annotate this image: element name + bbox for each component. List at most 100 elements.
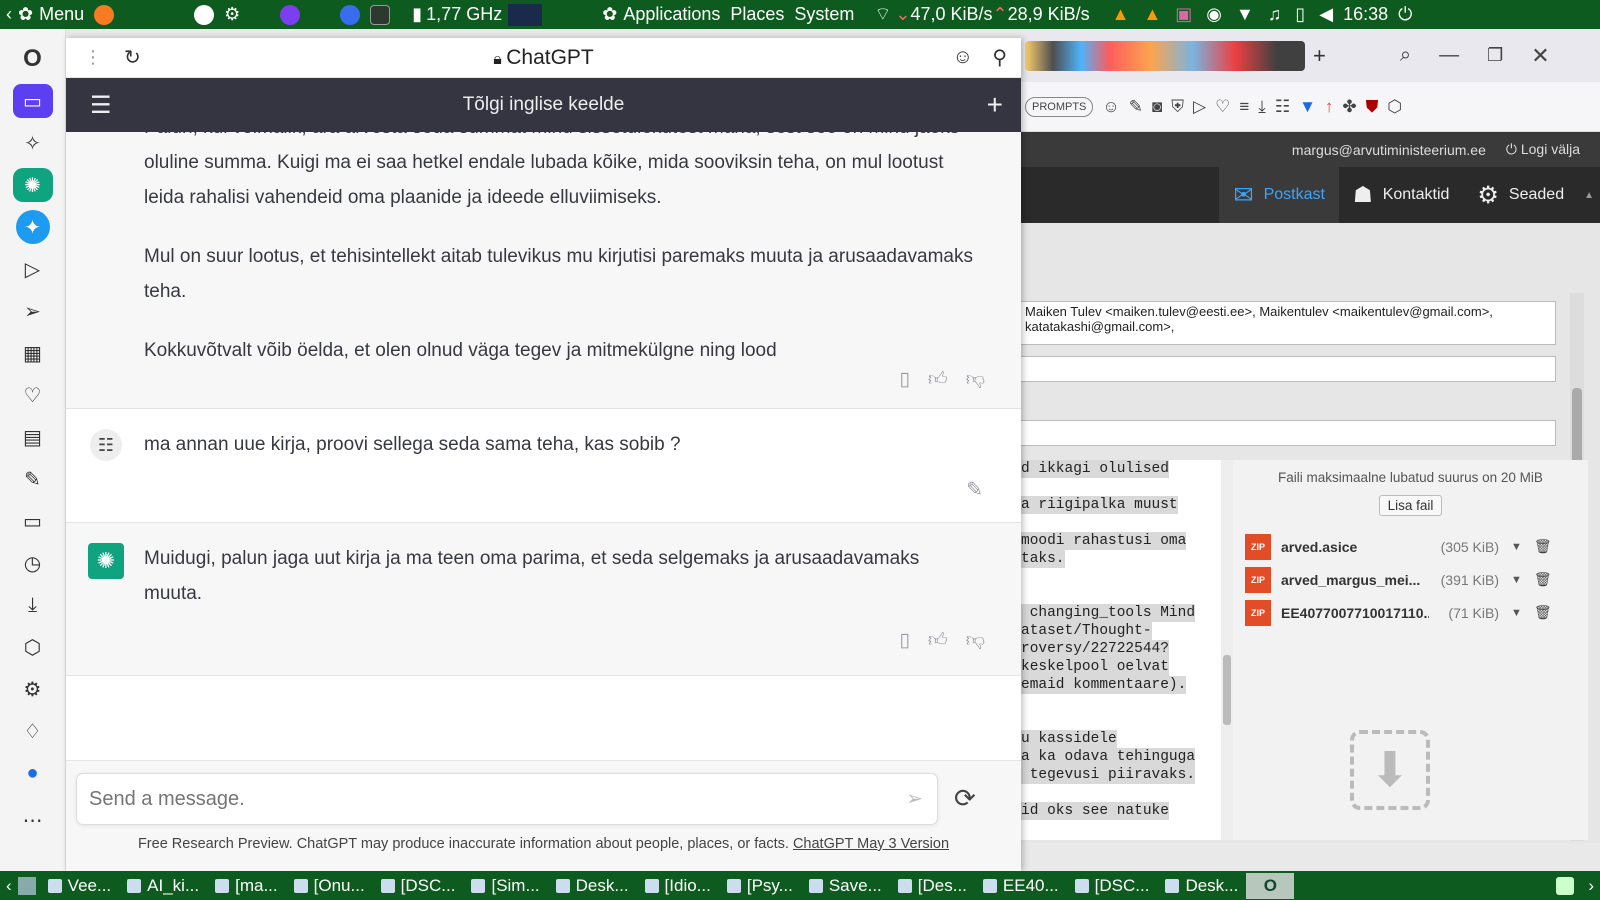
- chatgpt-sidebar-icon[interactable]: ✺: [12, 168, 53, 202]
- new-tab-icon[interactable]: +: [1313, 43, 1326, 69]
- downloads-icon[interactable]: ⤓: [13, 588, 53, 622]
- message-input-box[interactable]: ➢: [76, 773, 938, 825]
- menu-button[interactable]: ‹ ✿ Menu: [6, 4, 84, 25]
- version-link[interactable]: ChatGPT May 3 Version: [793, 836, 949, 852]
- wifi-tray-icon[interactable]: ▼: [1236, 4, 1254, 25]
- taskbar-task[interactable]: Desk...: [1157, 876, 1246, 896]
- extension-v-icon[interactable]: ▼: [1299, 97, 1316, 117]
- send-arrow-icon[interactable]: ▷: [1193, 97, 1206, 117]
- taskbar-scroll-right-icon[interactable]: ›: [1582, 876, 1600, 896]
- extensions-grid-icon[interactable]: ▦: [13, 336, 53, 370]
- notification-bell-icon[interactable]: ♫: [1268, 4, 1282, 25]
- copy-icon[interactable]: ▯: [899, 629, 909, 652]
- taskbar-task[interactable]: [Onu...: [286, 876, 373, 896]
- taskbar-task[interactable]: [Psy...: [719, 876, 801, 896]
- applications-menu[interactable]: ✿ Applications: [602, 4, 720, 25]
- editor-scrollbar[interactable]: [1221, 460, 1233, 840]
- emoji-icon[interactable]: ☺: [953, 46, 973, 69]
- attachment-item[interactable]: ZIP EE4077007710017110... (71 KiB) ▼ 🗑︎: [1233, 596, 1588, 629]
- launcher-opera[interactable]: [340, 4, 361, 25]
- trash-icon[interactable]: 🗑︎: [1534, 604, 1552, 621]
- history-icon[interactable]: ◷: [13, 546, 53, 580]
- send-icon[interactable]: ➢: [13, 294, 53, 328]
- show-desktop-icon[interactable]: [17, 876, 36, 895]
- aria-icon[interactable]: ✧: [13, 126, 53, 160]
- ublock-icon[interactable]: ⛊: [1366, 97, 1379, 117]
- nav-kontaktid[interactable]: ☗ Kontaktid: [1339, 167, 1463, 223]
- bookmarks-heart-icon[interactable]: ♡: [13, 378, 53, 412]
- attachment-item[interactable]: ZIP arved_margus_mei... (391 KiB) ▼ 🗑︎: [1233, 563, 1588, 596]
- taskbar-task[interactable]: [Des...: [890, 876, 975, 896]
- chevron-down-icon[interactable]: ▼: [1511, 574, 1522, 586]
- taskbar-scroll-left-icon[interactable]: ‹: [0, 876, 18, 896]
- nav-postkast[interactable]: ✉ Postkast: [1219, 167, 1339, 223]
- trash-icon[interactable]: 🗑︎: [1534, 538, 1552, 555]
- battery-icon[interactable]: ▯: [1295, 4, 1305, 25]
- more-options-icon[interactable]: ⋯: [13, 803, 53, 837]
- shield-icon[interactable]: ⛨: [1171, 97, 1184, 117]
- extension-puzzle-icon[interactable]: ✤: [1342, 97, 1356, 117]
- attachment-item[interactable]: ZIP arved.asice (305 KiB) ▼ 🗑︎: [1233, 530, 1588, 563]
- taskbar-task[interactable]: [DSC...: [373, 876, 464, 896]
- thumbs-down-icon[interactable]: 👎︎: [966, 629, 985, 652]
- thumbs-down-icon[interactable]: 👎︎: [966, 368, 985, 391]
- taskbar-task[interactable]: Desk...: [548, 876, 637, 896]
- workspaces-icon[interactable]: ▭: [12, 84, 53, 118]
- new-chat-plus-icon[interactable]: +: [987, 89, 1003, 121]
- launcher-terminal[interactable]: [370, 4, 391, 25]
- nav-collapse[interactable]: ▲: [1578, 167, 1600, 223]
- tab-favicon-group[interactable]: [1025, 40, 1305, 71]
- launcher-accessibility[interactable]: [194, 4, 215, 25]
- add-file-button[interactable]: Lisa fail: [1378, 495, 1443, 516]
- places-menu[interactable]: Places: [730, 4, 784, 25]
- taskbar-task[interactable]: AI_ki...: [119, 876, 207, 896]
- vlc-tray-icon[interactable]: ▲: [1112, 4, 1130, 25]
- crypto-wallet-icon[interactable]: ⬡: [13, 630, 53, 664]
- power-button[interactable]: ⏻: [1398, 4, 1412, 25]
- extension-box-icon[interactable]: ⬡: [1387, 97, 1402, 117]
- cc-field[interactable]: [1021, 356, 1556, 382]
- subject-field[interactable]: [1021, 420, 1556, 446]
- editor-scroll-thumb[interactable]: [1223, 655, 1231, 725]
- launcher-podcast[interactable]: [280, 4, 301, 25]
- message-input[interactable]: [77, 774, 877, 824]
- emoji-icon[interactable]: ☺: [1102, 97, 1119, 117]
- taskbar-task[interactable]: [Idio...: [637, 876, 719, 896]
- logout-button[interactable]: ⏻ Logi välja: [1506, 141, 1580, 158]
- news-icon[interactable]: ▤: [13, 420, 53, 454]
- launcher-settings[interactable]: ⚙: [224, 4, 240, 25]
- easy-setup-icon[interactable]: ☷: [1275, 97, 1290, 117]
- recipients-field[interactable]: Maiken Tulev <maiken.tulev@eesti.ee>, Ma…: [1021, 301, 1556, 345]
- nav-seaded[interactable]: ⚙ Seaded: [1463, 167, 1578, 223]
- tray-updates-icon[interactable]: [1556, 876, 1575, 895]
- taskbar-task[interactable]: Vee...: [40, 876, 119, 896]
- twitter-icon[interactable]: ✦: [15, 210, 50, 244]
- pin-icon[interactable]: ⚲: [992, 45, 1007, 70]
- clock[interactable]: 16:38: [1343, 4, 1388, 25]
- taskbar-task[interactable]: [DSC...: [1067, 876, 1158, 896]
- taskbar-task[interactable]: [ma...: [207, 876, 286, 896]
- edit-message-icon[interactable]: ✎: [966, 477, 983, 502]
- opera-logo-icon[interactable]: O: [13, 42, 53, 76]
- prompts-button[interactable]: PROMPTS: [1025, 96, 1094, 117]
- camera-icon[interactable]: ◙: [1152, 97, 1162, 117]
- thumbs-up-icon[interactable]: 👍︎: [928, 368, 948, 391]
- edit-icon[interactable]: ✎: [1129, 97, 1143, 117]
- taskbar-task[interactable]: [Sim...: [463, 876, 547, 896]
- pinboard-icon[interactable]: ✎: [13, 462, 53, 496]
- extension-pin-icon[interactable]: ↑: [1325, 97, 1334, 117]
- search-tabs-icon[interactable]: ⌕: [1400, 44, 1411, 67]
- vlc-tray-icon-2[interactable]: ▲: [1143, 4, 1161, 25]
- firefox-launcher[interactable]: [94, 4, 115, 25]
- settings-gear-icon[interactable]: ⚙: [13, 672, 53, 706]
- send-icon[interactable]: ➢: [906, 786, 923, 811]
- trash-icon[interactable]: 🗑︎: [1534, 571, 1552, 588]
- chat-bubble-icon[interactable]: ●: [13, 756, 53, 790]
- taskbar-task[interactable]: Save...: [801, 876, 890, 896]
- heart-icon[interactable]: ♡: [1215, 97, 1230, 117]
- system-menu[interactable]: System: [794, 4, 854, 25]
- copy-icon[interactable]: ▯: [899, 368, 909, 391]
- download-icon[interactable]: ⤓: [1258, 97, 1266, 117]
- volume-icon[interactable]: ◀: [1319, 4, 1333, 25]
- task-opera-active[interactable]: O: [1246, 872, 1295, 899]
